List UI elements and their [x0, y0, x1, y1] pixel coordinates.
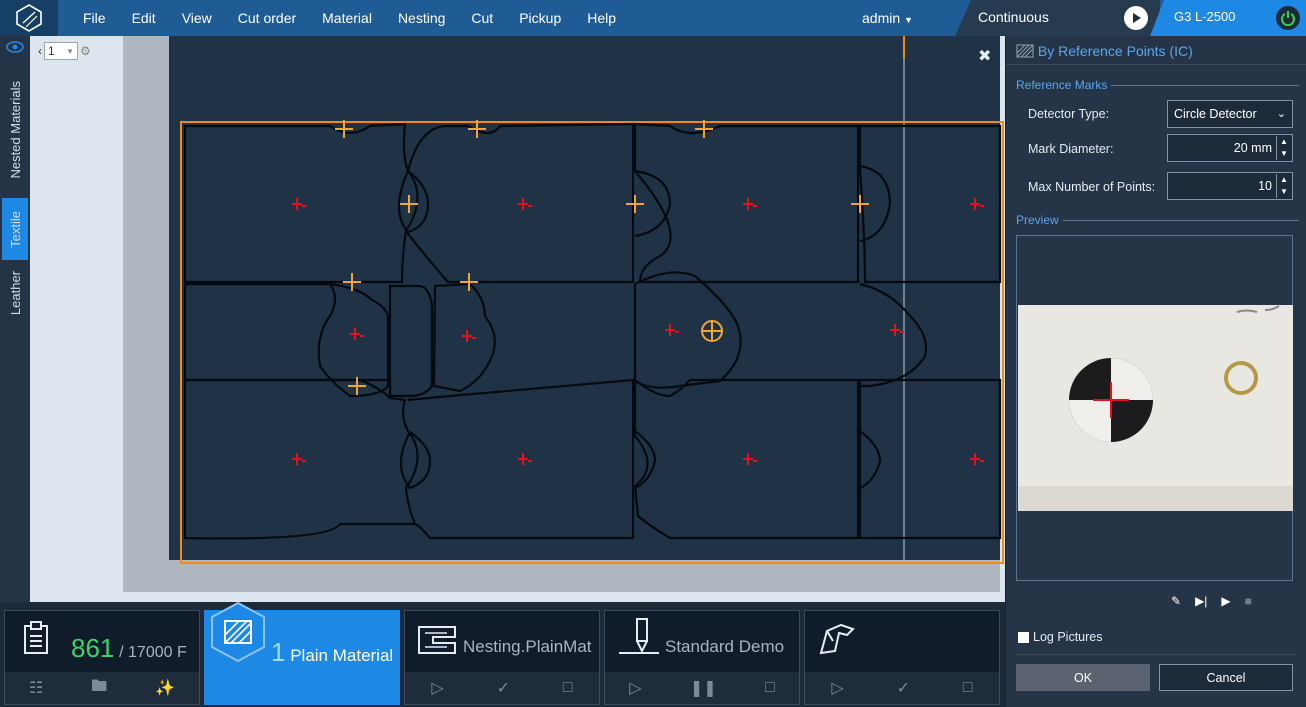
nesting-card[interactable]: Nesting.PlainMat ▷ ✓ □ [404, 610, 600, 705]
step-up-icon[interactable]: ▲ [1277, 174, 1291, 186]
play-icon[interactable]: ▶ [1221, 594, 1230, 608]
stop-icon[interactable]: □ [963, 679, 973, 697]
cut-order-count: 861 [71, 633, 115, 663]
chevron-down-icon: ⌄ [1276, 108, 1286, 120]
tab-nested-materials-label: Nested Materials [7, 81, 23, 179]
top-bar: File Edit View Cut order Material Nestin… [0, 0, 1306, 36]
preview-controls: ✎ ▶| ▶ ■ [1171, 594, 1252, 608]
step-up-icon[interactable]: ▲ [1277, 136, 1291, 148]
check-icon[interactable]: ✓ [497, 678, 510, 698]
step-down-icon[interactable]: ▼ [1277, 148, 1291, 160]
clipboard-icon [24, 621, 48, 654]
eye-icon[interactable] [5, 40, 25, 59]
section-reference-marks-label: Reference Marks [1016, 78, 1108, 92]
check-icon[interactable]: ✓ [897, 678, 910, 698]
material-name: Plain Material [290, 646, 394, 665]
section-preview-label: Preview [1016, 213, 1059, 227]
cut-card[interactable]: Standard Demo ▷ ❚❚ □ [604, 610, 800, 705]
detector-type-select[interactable]: Circle Detector ⌄ [1167, 100, 1293, 128]
chevron-down-icon: ▼ [904, 15, 913, 25]
menu-edit[interactable]: Edit [132, 10, 156, 26]
stop-icon[interactable]: □ [765, 679, 775, 697]
cut-order-footer: ☷ 🖿 ✨ [5, 672, 199, 704]
ok-button[interactable]: OK [1016, 664, 1150, 691]
mark-diameter-label: Mark Diameter: [1028, 142, 1114, 156]
log-pictures-checkbox[interactable]: Log Pictures [1018, 630, 1102, 644]
pickup-footer: ▷ ✓ □ [805, 672, 999, 704]
step-down-icon[interactable]: ▼ [1277, 186, 1291, 198]
workflow-bar: 861 / 17000 F ☷ 🖿 ✨ 1 Plain Material Nes… [0, 601, 1005, 707]
section-preview: Preview [1016, 213, 1299, 227]
tab-nested-materials[interactable]: Nested Materials [2, 66, 28, 194]
menu-material[interactable]: Material [322, 10, 372, 26]
nesting-icon [418, 626, 456, 654]
material-number: 1 [271, 637, 286, 667]
menu-cut[interactable]: Cut [471, 10, 493, 26]
side-tabs: Nested Materials Textile Leather [0, 36, 30, 602]
panel-title: By Reference Points (IC) [1016, 43, 1193, 59]
menu-view[interactable]: View [182, 10, 212, 26]
mark-diameter-stepper[interactable]: 20 mm ▲ ▼ [1167, 134, 1293, 162]
tab-textile[interactable]: Textile [2, 198, 28, 260]
menu-cut-order[interactable]: Cut order [238, 10, 296, 26]
play-icon[interactable]: ▷ [629, 678, 641, 698]
stepper-arrows[interactable]: ▲ ▼ [1276, 174, 1291, 198]
menu-nesting[interactable]: Nesting [398, 10, 445, 26]
nesting-canvas[interactable] [30, 36, 1005, 602]
stepper-arrows[interactable]: ▲ ▼ [1276, 136, 1291, 160]
wand-icon[interactable]: ✨ [155, 678, 175, 698]
stop-icon[interactable]: □ [563, 679, 573, 697]
cutter-icon [619, 618, 659, 654]
tab-leather-label: Leather [7, 270, 23, 316]
play-icon[interactable] [1124, 6, 1148, 30]
app-logo-icon[interactable] [0, 0, 58, 36]
folder-icon[interactable]: 🖿 [91, 675, 107, 702]
mark-diameter-value: 20 mm [1233, 141, 1272, 155]
hatch-icon [1016, 44, 1034, 58]
user-name: admin [862, 10, 901, 26]
edit-icon[interactable]: ✎ [1171, 594, 1181, 608]
barcode-icon[interactable]: ☷ [29, 678, 43, 698]
nesting-name: Nesting.PlainMat [463, 637, 592, 656]
material-card[interactable]: 1 Plain Material [204, 601, 400, 705]
menu-pickup[interactable]: Pickup [519, 10, 561, 26]
main-menu: File Edit View Cut order Material Nestin… [70, 0, 629, 36]
material-hex-icon [211, 601, 265, 663]
menu-file[interactable]: File [83, 10, 106, 26]
cancel-button[interactable]: Cancel [1159, 664, 1293, 691]
pickup-card[interactable]: ▷ ✓ □ [804, 610, 1000, 705]
cut-footer: ▷ ❚❚ □ [605, 672, 799, 704]
section-reference-marks: Reference Marks [1016, 78, 1299, 92]
mode-label: Continuous [978, 9, 1049, 25]
preview-image [1018, 305, 1293, 511]
power-icon[interactable] [1276, 6, 1300, 30]
detector-type-label: Detector Type: [1028, 107, 1110, 121]
step-icon[interactable]: ▶| [1195, 594, 1207, 608]
log-pictures-label: Log Pictures [1033, 630, 1103, 644]
machine-label: G3 L-2500 [1174, 9, 1236, 24]
menu-help[interactable]: Help [587, 10, 616, 26]
play-icon[interactable]: ▷ [431, 678, 443, 698]
max-points-value: 10 [1258, 179, 1272, 193]
stop-icon[interactable]: ■ [1245, 594, 1252, 608]
camera-preview [1016, 235, 1293, 581]
max-points-label: Max Number of Points: [1028, 180, 1156, 194]
nesting-workspace[interactable]: ‹ 1 ▼ ⚙ ✖ [30, 36, 1005, 602]
checkbox-icon[interactable] [1018, 631, 1029, 643]
pause-icon[interactable]: ❚❚ [690, 678, 717, 698]
tab-textile-label: Textile [7, 210, 23, 248]
cut-name: Standard Demo [665, 637, 785, 656]
cut-order-card[interactable]: 861 / 17000 F ☷ 🖿 ✨ [4, 610, 200, 705]
detector-type-value: Circle Detector [1174, 107, 1257, 121]
nesting-footer: ▷ ✓ □ [405, 672, 599, 704]
play-icon[interactable]: ▷ [831, 678, 843, 698]
pickup-icon [819, 623, 855, 655]
cut-order-total: / 17000 F [119, 644, 187, 661]
close-icon[interactable]: ✖ [978, 46, 991, 66]
reference-points-panel: By Reference Points (IC) Reference Marks… [1005, 36, 1306, 707]
panel-title-text: By Reference Points (IC) [1037, 43, 1193, 59]
max-points-stepper[interactable]: 10 ▲ ▼ [1167, 172, 1293, 200]
user-menu[interactable]: admin ▼ [862, 0, 913, 36]
tab-leather[interactable]: Leather [2, 262, 28, 324]
